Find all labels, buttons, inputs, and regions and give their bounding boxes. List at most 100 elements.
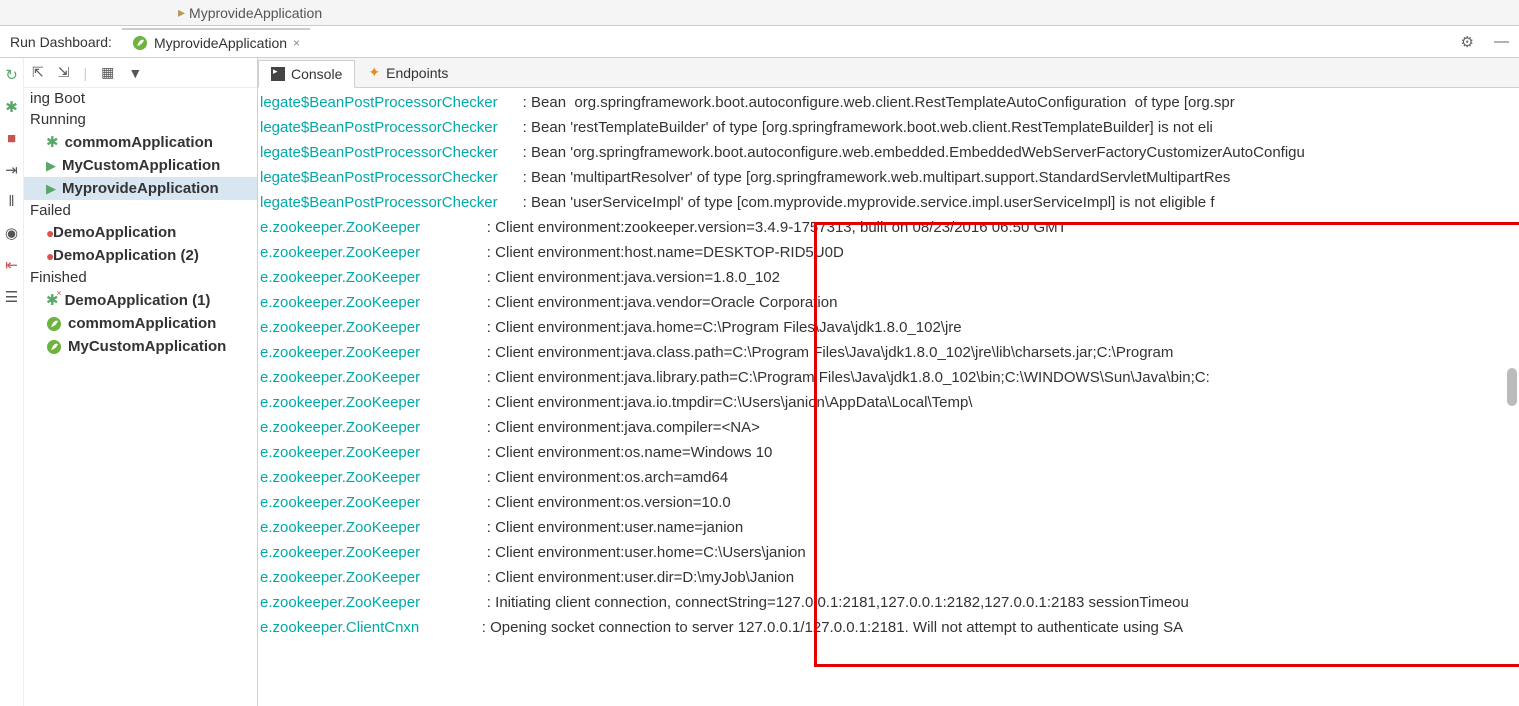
spring-leaf-icon: [46, 316, 62, 332]
log-message: Opening socket connection to server 127.…: [490, 615, 1183, 640]
exit-icon[interactable]: ⇤: [5, 256, 18, 274]
tree-item-label: commomApplication: [68, 315, 216, 332]
tree-root-label: ing Boot: [24, 88, 257, 109]
endpoints-icon: ✦: [368, 64, 380, 81]
log-line: e.zookeeper.ZooKeeper : Client environme…: [260, 240, 1513, 265]
log-line: e.zookeeper.ZooKeeper : Client environme…: [260, 465, 1513, 490]
filter-icon[interactable]: ▼: [128, 65, 142, 81]
tree-item[interactable]: commomApplication: [24, 312, 257, 335]
run-config-tab[interactable]: MyprovideApplication ×: [122, 28, 310, 56]
expand-all-icon[interactable]: ⇱: [32, 64, 44, 81]
tree-section-running[interactable]: Running: [24, 109, 257, 130]
grid-icon[interactable]: ▦: [101, 64, 114, 81]
log-line: e.zookeeper.ZooKeeper : Client environme…: [260, 440, 1513, 465]
log-message: Bean 'restTemplateBuilder' of type [org.…: [531, 115, 1213, 140]
log-line: e.zookeeper.ZooKeeper : Client environme…: [260, 315, 1513, 340]
scrollbar-thumb[interactable]: [1507, 368, 1517, 406]
log-logger: e.zookeeper.ZooKeeper: [260, 515, 483, 540]
tree-item-label: DemoApplication (2): [53, 247, 199, 264]
log-logger: e.zookeeper.ZooKeeper: [260, 365, 483, 390]
tab-console[interactable]: Console: [258, 60, 355, 88]
log-message: Client environment:java.library.path=C:\…: [495, 365, 1210, 390]
tree-item-label: DemoApplication (1): [65, 292, 211, 309]
log-line: e.zookeeper.ZooKeeper : Client environme…: [260, 340, 1513, 365]
tree-item[interactable]: ✱commomApplication: [24, 130, 257, 154]
log-message: Client environment:user.dir=D:\myJob\Jan…: [495, 565, 794, 590]
log-logger: legate$BeanPostProcessorChecker: [260, 90, 518, 115]
log-message: Client environment:user.home=C:\Users\ja…: [495, 540, 806, 565]
log-logger: e.zookeeper.ClientCnxn: [260, 615, 478, 640]
log-logger: e.zookeeper.ZooKeeper: [260, 315, 483, 340]
log-line: legate$BeanPostProcessorChecker : Bean '…: [260, 115, 1513, 140]
close-icon[interactable]: ×: [293, 36, 300, 50]
console-tab-bar: Console ✦ Endpoints: [258, 58, 1519, 88]
tree-section-failed[interactable]: Failed: [24, 200, 257, 221]
camera-icon[interactable]: ◉: [5, 224, 18, 242]
log-line: legate$BeanPostProcessorChecker : Bean '…: [260, 165, 1513, 190]
tree-item[interactable]: ▶ MyprovideApplication: [24, 177, 257, 200]
spring-leaf-icon: [46, 339, 62, 355]
collapse-all-icon[interactable]: ⇲: [58, 64, 70, 81]
run-config-tab-label: MyprovideApplication: [154, 35, 287, 51]
layout-icon[interactable]: ⇥: [5, 161, 18, 179]
tree-body: ing Boot Running ✱commomApplication▶MyCu…: [24, 88, 257, 706]
log-message: Bean 'multipartResolver' of type [org.sp…: [531, 165, 1230, 190]
editor-tab-label: MyprovideApplication: [189, 5, 322, 21]
log-message: Client environment:zookeeper.version=3.4…: [495, 215, 1067, 240]
gear-icon[interactable]: ⚙: [1451, 33, 1484, 51]
tree-item[interactable]: ●! DemoApplication: [24, 221, 257, 244]
tree-item-label: MyprovideApplication: [62, 180, 219, 197]
bug-icon: ✱: [46, 133, 59, 151]
log-message: Client environment:os.arch=amd64: [495, 465, 728, 490]
bug-icon[interactable]: ✱: [5, 98, 18, 116]
log-message: Client environment:java.version=1.8.0_10…: [495, 265, 780, 290]
log-logger: e.zookeeper.ZooKeeper: [260, 490, 483, 515]
log-logger: legate$BeanPostProcessorChecker: [260, 165, 518, 190]
log-message: Client environment:os.version=10.0: [495, 490, 731, 515]
log-logger: e.zookeeper.ZooKeeper: [260, 440, 483, 465]
tree-item[interactable]: MyCustomApplication: [24, 335, 257, 358]
log-line: legate$BeanPostProcessorChecker : Bean '…: [260, 140, 1513, 165]
log-message: Client environment:host.name=DESKTOP-RID…: [495, 240, 844, 265]
play-icon: ▶: [46, 158, 56, 174]
stop-icon[interactable]: ■: [7, 130, 16, 147]
minimize-icon[interactable]: —: [1484, 33, 1519, 50]
console-panel: Console ✦ Endpoints legate$BeanPostProce…: [258, 58, 1519, 706]
log-line: legate$BeanPostProcessorChecker : Bean o…: [260, 90, 1513, 115]
tree-section-finished[interactable]: Finished: [24, 267, 257, 288]
tree-item-label: DemoApplication: [53, 224, 176, 241]
tab-endpoints[interactable]: ✦ Endpoints: [355, 58, 461, 87]
pause-icon[interactable]: ‖: [8, 193, 14, 210]
log-logger: e.zookeeper.ZooKeeper: [260, 340, 483, 365]
log-logger: e.zookeeper.ZooKeeper: [260, 390, 483, 415]
log-message: Bean org.springframework.boot.autoconfig…: [531, 90, 1235, 115]
run-dashboard-header: Run Dashboard: MyprovideApplication × ⚙ …: [0, 26, 1519, 58]
tab-console-label: Console: [291, 66, 342, 82]
tree-item[interactable]: ●!DemoApplication (2): [24, 244, 257, 267]
play-icon: ▶: [46, 181, 56, 197]
run-dashboard-label: Run Dashboard:: [0, 34, 122, 50]
log-line: e.zookeeper.ZooKeeper : Client environme…: [260, 415, 1513, 440]
log-logger: e.zookeeper.ZooKeeper: [260, 590, 483, 615]
tree-toolbar: ⇱ ⇲ | ▦ ▼: [24, 58, 257, 88]
console-output[interactable]: legate$BeanPostProcessorChecker : Bean o…: [258, 88, 1519, 706]
log-line: e.zookeeper.ZooKeeper : Client environme…: [260, 515, 1513, 540]
log-message: Client environment:java.compiler=<NA>: [495, 415, 760, 440]
log-message: Bean 'org.springframework.boot.autoconfi…: [531, 140, 1305, 165]
error-icon: ●!: [46, 225, 47, 241]
editor-tab[interactable]: ▸ MyprovideApplication: [170, 2, 330, 23]
log-line: e.zookeeper.ZooKeeper : Client environme…: [260, 265, 1513, 290]
log-logger: e.zookeeper.ZooKeeper: [260, 215, 483, 240]
log-logger: e.zookeeper.ZooKeeper: [260, 415, 483, 440]
tree-item[interactable]: ✱DemoApplication (1): [24, 288, 257, 312]
tree-item-label: MyCustomApplication: [62, 157, 220, 174]
log-message: Client environment:java.io.tmpdir=C:\Use…: [495, 390, 972, 415]
log-logger: legate$BeanPostProcessorChecker: [260, 190, 518, 215]
log-line: e.zookeeper.ClientCnxn : Opening socket …: [260, 615, 1513, 640]
log-logger: e.zookeeper.ZooKeeper: [260, 465, 483, 490]
tree-item[interactable]: ▶ MyCustomApplication: [24, 154, 257, 177]
rerun-icon[interactable]: ↻: [5, 66, 18, 84]
editor-tab-bar: ▸ MyprovideApplication: [0, 0, 1519, 26]
log-line: e.zookeeper.ZooKeeper : Client environme…: [260, 540, 1513, 565]
more-icon[interactable]: ☰: [5, 288, 18, 306]
